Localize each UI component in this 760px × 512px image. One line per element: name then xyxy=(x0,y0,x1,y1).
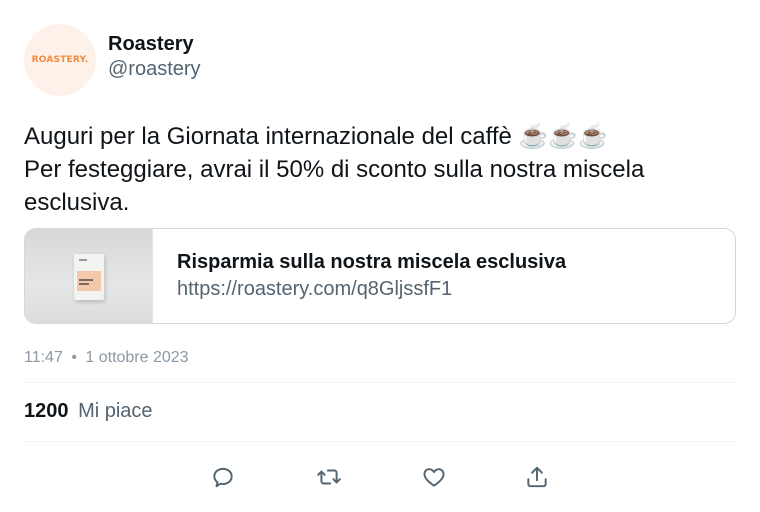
card-thumbnail xyxy=(25,229,153,323)
action-bar xyxy=(0,462,760,492)
tweet-line: esclusiva. xyxy=(24,189,130,216)
handle[interactable]: @roastery xyxy=(108,57,201,81)
avatar[interactable]: ROASTERY. xyxy=(24,24,96,96)
divider xyxy=(24,441,736,442)
tweet-line: Per festeggiare, avrai il 50% di sconto … xyxy=(24,156,645,183)
tweet-header: ROASTERY. Roastery @roastery xyxy=(24,24,201,96)
tweet-time: 11:47 xyxy=(24,349,63,366)
tweet-line: Auguri per la Giornata internazionale de… xyxy=(24,123,609,150)
share-button[interactable] xyxy=(522,462,552,492)
author-names: Roastery @roastery xyxy=(108,31,201,81)
display-name[interactable]: Roastery xyxy=(108,31,201,57)
retweet-icon xyxy=(317,469,341,485)
card-url: https://roastery.com/q8GljssfF1 xyxy=(177,278,453,300)
card-body: Risparmia sulla nostra miscela esclusiva… xyxy=(153,229,566,323)
likes-count: 1200 xyxy=(24,400,69,422)
avatar-logo-text: ROASTERY. xyxy=(31,55,89,65)
tweet-text: Auguri per la Giornata internazionale de… xyxy=(24,120,736,219)
like-button[interactable] xyxy=(419,462,449,492)
tweet-timestamp[interactable]: 11:47 • 1 ottobre 2023 xyxy=(24,349,189,367)
share-icon xyxy=(527,466,547,488)
divider xyxy=(24,382,736,383)
likes-label: Mi piace xyxy=(78,400,153,422)
coffee-bag-image xyxy=(74,254,104,300)
link-card[interactable]: Risparmia sulla nostra miscela esclusiva… xyxy=(24,228,736,324)
card-title: Risparmia sulla nostra miscela esclusiva xyxy=(177,251,567,273)
reply-button[interactable] xyxy=(208,462,238,492)
meta-separator: • xyxy=(71,349,77,366)
tweet-date: 1 ottobre 2023 xyxy=(85,349,189,366)
retweet-button[interactable] xyxy=(314,462,344,492)
reply-icon xyxy=(213,467,233,488)
likes-stat[interactable]: 1200 Mi piace xyxy=(24,400,153,423)
like-icon xyxy=(423,468,445,487)
